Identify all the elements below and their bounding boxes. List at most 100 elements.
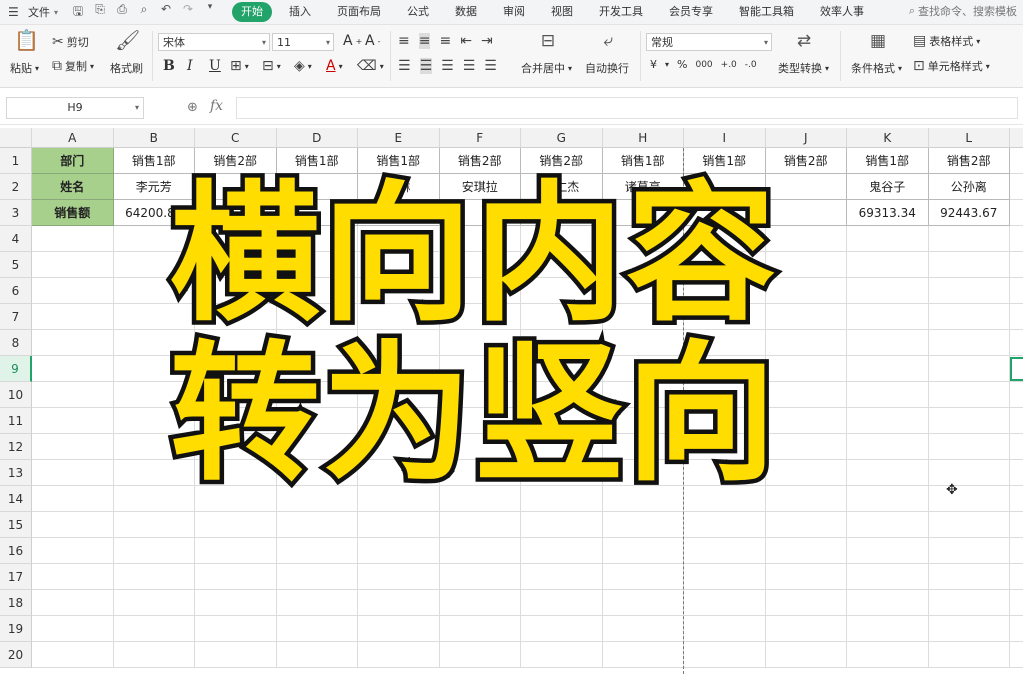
cell-J18[interactable] xyxy=(765,590,847,616)
tab-7[interactable]: 开发工具 xyxy=(586,2,656,22)
font-size-select[interactable]: 11 ▾ xyxy=(272,33,334,51)
cell-B15[interactable] xyxy=(113,512,195,538)
cell-F20[interactable] xyxy=(439,642,521,668)
fill-color-button[interactable]: ◈ ▾ xyxy=(294,58,312,74)
chevron-down-icon[interactable]: ▾ xyxy=(54,8,58,17)
cell-B17[interactable] xyxy=(113,564,195,590)
format-painter-button[interactable]: 格式刷 xyxy=(110,60,143,76)
italic-button[interactable]: I xyxy=(187,58,193,74)
row-header-13[interactable]: 13 xyxy=(0,460,32,486)
zoom-icon[interactable]: ⊕ xyxy=(187,100,198,115)
tab-3[interactable]: 公式 xyxy=(394,2,442,22)
cell-filler[interactable] xyxy=(1010,408,1023,434)
align-right-icon[interactable]: ☰ xyxy=(441,58,454,74)
cell-filler[interactable] xyxy=(1010,564,1023,590)
cell-J16[interactable] xyxy=(765,538,847,564)
cell-I16[interactable] xyxy=(684,538,766,564)
cell-K5[interactable] xyxy=(847,252,929,278)
name-box[interactable]: H9 ▾ xyxy=(6,97,144,119)
percent-button[interactable]: % xyxy=(677,58,687,71)
cell-I18[interactable] xyxy=(684,590,766,616)
row-header-1[interactable]: 1 xyxy=(0,148,32,174)
copy-button[interactable]: ⧉ 复制 ▾ xyxy=(52,58,94,74)
menu-icon[interactable]: ☰ xyxy=(8,5,22,19)
paste-icon[interactable]: 📋 xyxy=(14,28,39,52)
cell-A3[interactable]: 销售额 xyxy=(32,200,114,226)
cell-H17[interactable] xyxy=(602,564,684,590)
column-header-I[interactable]: I xyxy=(684,128,766,148)
cell-I19[interactable] xyxy=(684,616,766,642)
cell-J20[interactable] xyxy=(765,642,847,668)
tab-10[interactable]: 效率人事 xyxy=(807,2,877,22)
tab-0[interactable]: 开始 xyxy=(232,2,273,22)
cell-filler[interactable] xyxy=(1010,460,1023,486)
tab-9[interactable]: 智能工具箱 xyxy=(726,2,807,22)
cell-A16[interactable] xyxy=(32,538,114,564)
cell-J19[interactable] xyxy=(765,616,847,642)
cell-filler[interactable] xyxy=(1010,538,1023,564)
font-color-button[interactable]: A ▾ xyxy=(326,58,343,74)
cell-H15[interactable] xyxy=(602,512,684,538)
row-header-6[interactable]: 6 xyxy=(0,278,32,304)
border-button[interactable]: ⊞ ▾ xyxy=(230,58,249,74)
indent-increase-icon[interactable]: ⇥ xyxy=(481,33,493,49)
cell-K10[interactable] xyxy=(847,382,929,408)
insert-function-icon[interactable]: fx xyxy=(210,98,223,114)
column-header-A[interactable]: A xyxy=(32,128,114,148)
row-header-4[interactable]: 4 xyxy=(0,226,32,252)
cell-L1[interactable]: 销售2部 xyxy=(928,148,1010,174)
cell-J17[interactable] xyxy=(765,564,847,590)
row-header-15[interactable]: 15 xyxy=(0,512,32,538)
command-search[interactable]: ⌕ 查找命令、搜索模板 xyxy=(909,3,1017,19)
cell-L8[interactable] xyxy=(928,330,1010,356)
cell-K20[interactable] xyxy=(847,642,929,668)
table-style-button[interactable]: ▤ 表格样式 ▾ xyxy=(913,33,980,49)
cell-K19[interactable] xyxy=(847,616,929,642)
cell-A7[interactable] xyxy=(32,304,114,330)
file-menu[interactable]: 文件 xyxy=(28,4,50,20)
thousands-button[interactable]: 000 xyxy=(695,60,712,70)
cell-G15[interactable] xyxy=(521,512,603,538)
distribute-icon[interactable]: ☰ xyxy=(484,58,497,74)
column-header-L[interactable]: L xyxy=(928,128,1010,148)
cell-A4[interactable] xyxy=(32,226,114,252)
row-header-7[interactable]: 7 xyxy=(0,304,32,330)
cell-K2[interactable]: 鬼谷子 xyxy=(847,174,929,200)
row-header-14[interactable]: 14 xyxy=(0,486,32,512)
cell-L10[interactable] xyxy=(928,382,1010,408)
cell-A18[interactable] xyxy=(32,590,114,616)
row-header-2[interactable]: 2 xyxy=(0,174,32,200)
cell-K14[interactable] xyxy=(847,486,929,512)
merge-center-icon[interactable]: ⊟ xyxy=(536,31,560,51)
align-bottom-icon[interactable]: ≡ xyxy=(439,33,451,49)
cell-A13[interactable] xyxy=(32,460,114,486)
row-header-16[interactable]: 16 xyxy=(0,538,32,564)
increase-decimal-button[interactable]: +.0 xyxy=(721,60,737,70)
row-header-12[interactable]: 12 xyxy=(0,434,32,460)
cell-B18[interactable] xyxy=(113,590,195,616)
cell-filler[interactable] xyxy=(1010,382,1023,408)
row-header-3[interactable]: 3 xyxy=(0,200,32,226)
cell-filler[interactable] xyxy=(1010,252,1023,278)
clear-button[interactable]: ⌫ ▾ xyxy=(357,58,384,74)
column-header-J[interactable]: J xyxy=(765,128,847,148)
cell-I20[interactable] xyxy=(684,642,766,668)
row-header-5[interactable]: 5 xyxy=(0,252,32,278)
cell-B20[interactable] xyxy=(113,642,195,668)
cell-A17[interactable] xyxy=(32,564,114,590)
cell-A14[interactable] xyxy=(32,486,114,512)
cell-A20[interactable] xyxy=(32,642,114,668)
align-middle-icon[interactable]: ≡ xyxy=(418,33,431,49)
row-header-8[interactable]: 8 xyxy=(0,330,32,356)
cell-filler[interactable] xyxy=(1010,174,1023,200)
cell-D18[interactable] xyxy=(276,590,358,616)
cell-filler[interactable] xyxy=(1010,434,1023,460)
cut-button[interactable]: ✂ 剪切 xyxy=(52,34,89,50)
cell-E19[interactable] xyxy=(358,616,440,642)
cell-H16[interactable] xyxy=(602,538,684,564)
tab-5[interactable]: 审阅 xyxy=(490,2,538,22)
row-header-9[interactable]: 9 xyxy=(0,356,32,382)
cell-K1[interactable]: 销售1部 xyxy=(847,148,929,174)
cell-G18[interactable] xyxy=(521,590,603,616)
cell-A12[interactable] xyxy=(32,434,114,460)
